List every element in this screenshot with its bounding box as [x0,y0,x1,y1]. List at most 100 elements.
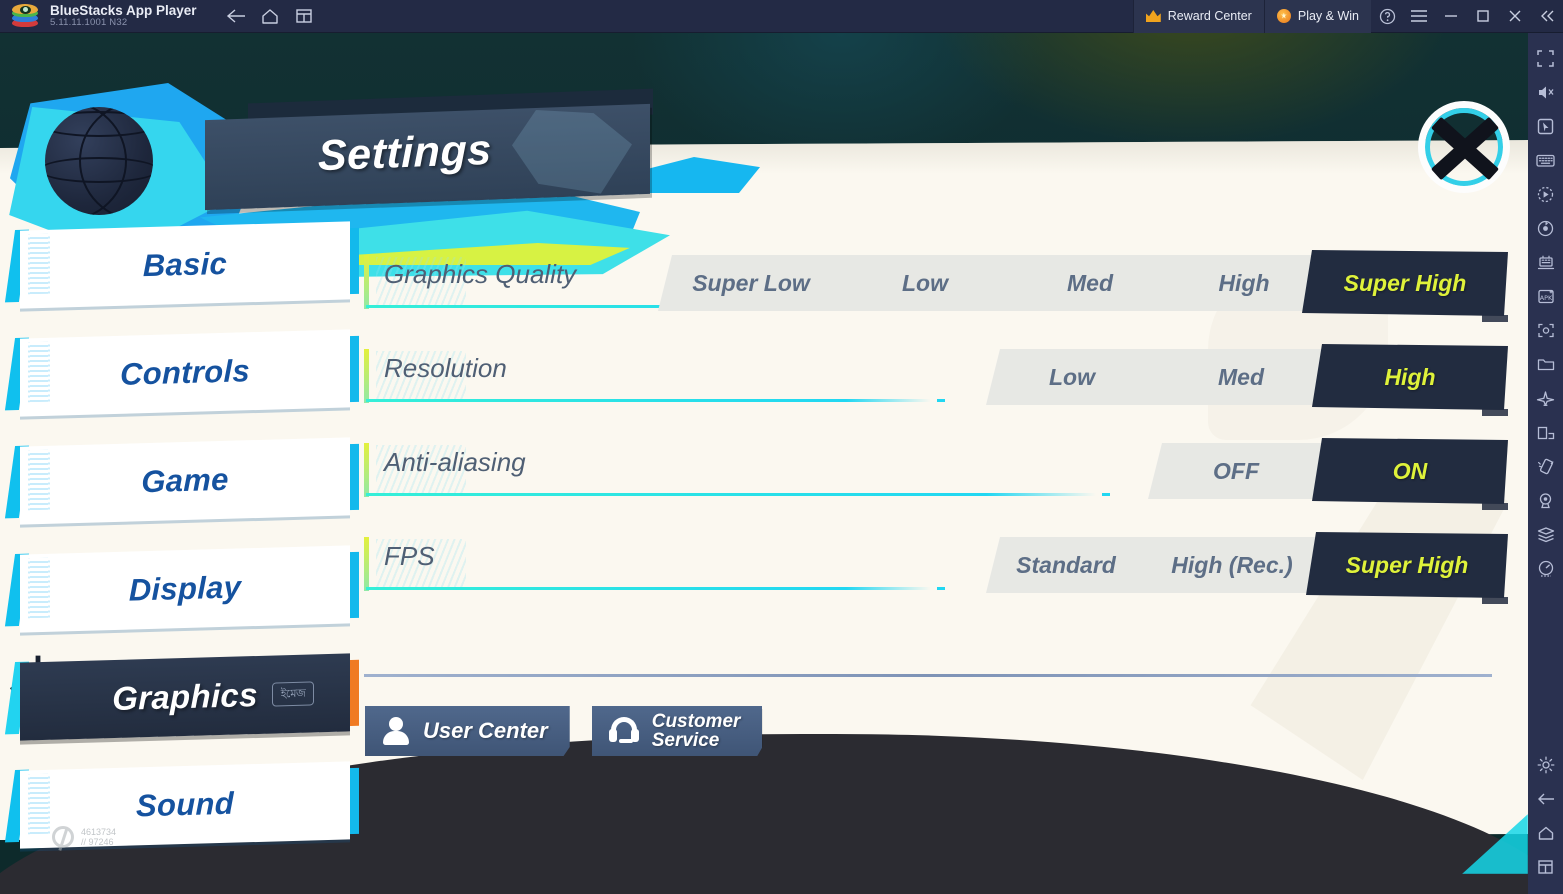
recents-icon[interactable] [1530,851,1561,882]
option-super-low[interactable]: Super Low [658,255,844,311]
home-icon[interactable] [1530,817,1561,848]
disk-cleanup-icon[interactable] [1530,519,1561,550]
title-banner-decoration [512,107,632,197]
svg-text:APK: APK [1539,294,1552,302]
option-med[interactable]: Med [1158,349,1324,405]
setting-row-resolution: Resolution Low Med High [364,341,1508,435]
settings-rows: Graphics Quality Super Low Low Med High … [364,247,1508,623]
option-low[interactable]: Low [986,349,1158,405]
user-center-label: User Center [423,717,548,743]
cursor-icon[interactable] [1530,111,1561,142]
titlebar-nav-group [219,0,321,33]
close-window-icon[interactable] [1499,0,1531,33]
option-group-resolution: Low Med High [986,349,1508,416]
headset-icon [608,717,640,745]
option-low[interactable]: Low [844,255,1006,311]
row-accent-bar [364,255,369,309]
sidebar-item-graphics[interactable]: Graphics ইমেজ [4,653,359,741]
option-off[interactable]: OFF [1148,443,1324,499]
rotate-icon[interactable] [1530,213,1561,244]
tab-label: Basic [142,245,228,284]
tab-label: Controls [120,353,250,392]
bluestacks-logo-icon [12,4,38,27]
setting-label: Anti-aliasing [384,447,526,477]
studio-logo-icon [52,826,74,848]
tab-label: Game [141,461,229,500]
sidebar-item-basic[interactable]: Basic [4,221,359,309]
option-standard[interactable]: Standard [986,537,1146,593]
section-divider [364,674,1492,677]
customer-service-label-line2: Service [651,730,720,751]
option-super-high[interactable]: Super High [1314,255,1508,322]
eco-mode-icon[interactable] [1530,383,1561,414]
user-icon [381,716,411,746]
option-med[interactable]: Med [1006,255,1174,311]
gear-icon[interactable] [1530,749,1561,780]
row-accent-bar [364,537,369,591]
window-resize-icon[interactable] [1530,417,1561,448]
customer-service-label-line1: Customer [651,710,741,732]
app-name: BlueStacks App Player [50,2,197,18]
media-folder-icon[interactable] [1530,349,1561,380]
option-high[interactable]: High [1324,349,1508,416]
mute-icon[interactable] [1530,77,1561,108]
row-accent-bar [364,349,369,403]
reward-center-label: Reward Center [1167,9,1252,23]
play-and-win-label: Play & Win [1297,9,1359,23]
fullscreen-icon[interactable] [1530,43,1561,74]
install-apk-icon[interactable]: APK [1530,281,1561,312]
titlebar-multi-instance-icon[interactable] [287,0,321,33]
row-underline [366,587,945,590]
build-id: 4613734 // 97246 [52,826,116,848]
maximize-icon[interactable] [1467,0,1499,33]
user-center-button[interactable]: User Center [365,706,570,756]
multi-instance-sync-icon[interactable] [1530,247,1561,278]
sidebar-item-game[interactable]: Game [4,437,359,525]
option-group-graphics-quality: Super Low Low Med High Super High [658,255,1508,322]
customer-service-button[interactable]: Customer Service [591,706,763,756]
back-icon[interactable] [1530,783,1561,814]
option-group-fps: Standard High (Rec.) Super High [986,537,1508,604]
setting-row-anti-aliasing: Anti-aliasing OFF ON [364,435,1508,529]
performance-icon[interactable] [1530,553,1561,584]
row-underline [366,399,945,402]
keyboard-icon[interactable] [1530,145,1561,176]
play-and-win-button[interactable]: Play & Win [1263,0,1371,33]
setting-label: Resolution [384,353,507,383]
option-high[interactable]: High [1174,255,1314,311]
option-super-high[interactable]: Super High [1318,537,1508,604]
titlebar-home-icon[interactable] [253,0,287,33]
macro-recorder-icon[interactable] [1530,179,1561,210]
titlebar-right-group: Reward Center Play & Win [1132,0,1563,33]
reward-center-button[interactable]: Reward Center [1132,0,1264,33]
app-version: 5.11.11.1001 N32 [50,17,128,29]
sidebar-item-controls[interactable]: Controls [4,329,359,417]
setting-row-fps: FPS Standard High (Rec.) Super High [364,529,1508,623]
row-underline [366,493,1110,496]
titlebar-back-icon[interactable] [219,0,253,33]
screenshot-icon[interactable] [1530,315,1561,346]
option-on[interactable]: ON [1324,443,1508,510]
option-high-rec[interactable]: High (Rec.) [1146,537,1318,593]
menu-icon[interactable] [1403,0,1435,33]
help-icon[interactable] [1371,0,1403,33]
location-icon[interactable] [1530,485,1561,516]
settings-tab-list: Basic Controls Game Display Graphics ইমে… [4,221,359,874]
shake-icon[interactable] [1530,451,1561,482]
app-title-block: BlueStacks App Player 5.11.11.1001 N32 [50,2,197,29]
sidebar-item-display[interactable]: Display [4,545,359,633]
bottom-button-group: User Center Customer Service [365,706,763,756]
setting-row-graphics-quality: Graphics Quality Super Low Low Med High … [364,247,1508,341]
crown-icon [1146,10,1161,22]
game-canvas: Settings Basic Controls Game Display Gra… [0,33,1528,894]
tab-badge: ইমেজ [272,681,314,707]
minimize-icon[interactable] [1435,0,1467,33]
close-settings-button[interactable] [1412,95,1516,199]
coin-icon [1276,9,1291,23]
bluestacks-titlebar: BlueStacks App Player 5.11.11.1001 N32 R… [0,0,1563,33]
option-group-anti-aliasing: OFF ON [1148,443,1508,510]
tab-label: Display [128,569,242,608]
bluestacks-sidebar-toolbar: APK [1528,33,1563,894]
setting-label: Graphics Quality [384,259,577,289]
collapse-sidebar-icon[interactable] [1531,0,1563,33]
